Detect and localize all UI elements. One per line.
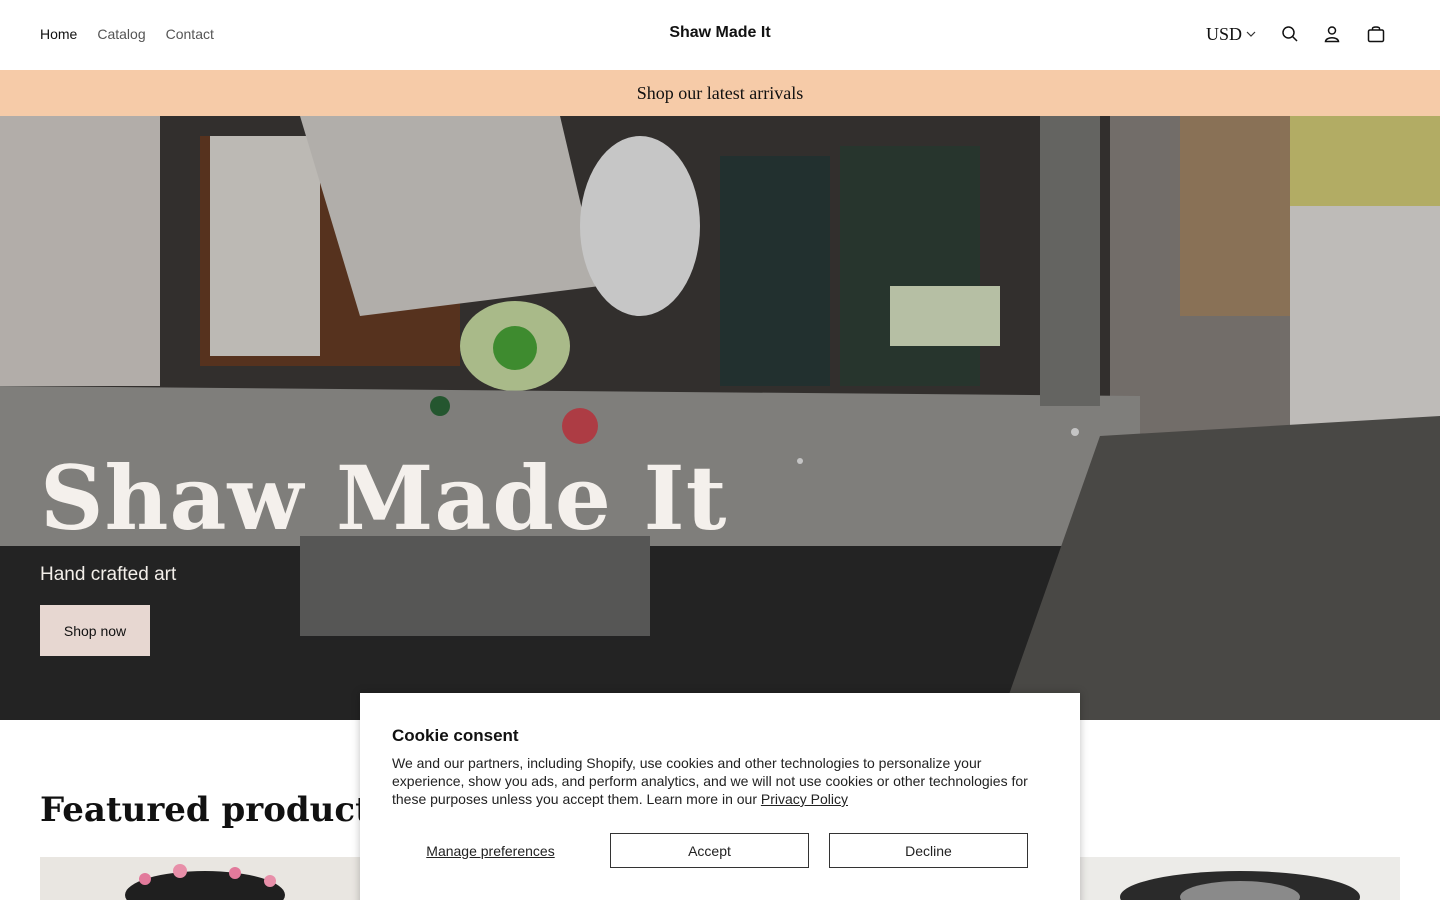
hero-title: Shaw Made It bbox=[40, 446, 728, 550]
shop-now-button[interactable]: Shop now bbox=[40, 605, 150, 656]
header-actions: USD bbox=[1206, 22, 1388, 46]
cart-button[interactable] bbox=[1364, 22, 1388, 46]
cookie-title: Cookie consent bbox=[392, 726, 519, 745]
accept-button[interactable]: Accept bbox=[610, 833, 809, 868]
cookie-description: We and our partners, including Shopify, … bbox=[392, 754, 1042, 808]
site-header: Home Catalog Contact Shaw Made It USD bbox=[0, 0, 1440, 70]
product-card-1[interactable] bbox=[40, 857, 370, 900]
privacy-policy-link[interactable]: Privacy Policy bbox=[761, 791, 848, 807]
cookie-text: We and our partners, including Shopify, … bbox=[392, 755, 1028, 807]
product-image-2 bbox=[1075, 857, 1400, 900]
decline-button[interactable]: Decline bbox=[829, 833, 1028, 868]
search-button[interactable] bbox=[1278, 22, 1302, 46]
hero-subtitle: Hand crafted art bbox=[40, 564, 177, 585]
cookie-consent-dialog: Cookie consent We and our partners, incl… bbox=[360, 693, 1080, 900]
currency-selector[interactable]: USD bbox=[1206, 24, 1256, 45]
cart-icon bbox=[1367, 26, 1385, 43]
chevron-down-icon bbox=[1246, 31, 1256, 37]
manage-preferences-button[interactable]: Manage preferences bbox=[392, 833, 589, 868]
product-image-1 bbox=[40, 857, 370, 900]
currency-label: USD bbox=[1205, 23, 1242, 44]
account-button[interactable] bbox=[1320, 22, 1344, 46]
featured-products-heading: Featured products bbox=[40, 790, 390, 830]
announcement-bar[interactable]: Shop our latest arrivals bbox=[0, 70, 1440, 116]
hero-background-image bbox=[0, 116, 1440, 720]
hero-banner: Shaw Made It Hand crafted art Shop now bbox=[0, 116, 1440, 720]
search-icon bbox=[1282, 26, 1298, 42]
product-card-2[interactable] bbox=[1075, 857, 1400, 900]
account-icon bbox=[1324, 26, 1340, 43]
